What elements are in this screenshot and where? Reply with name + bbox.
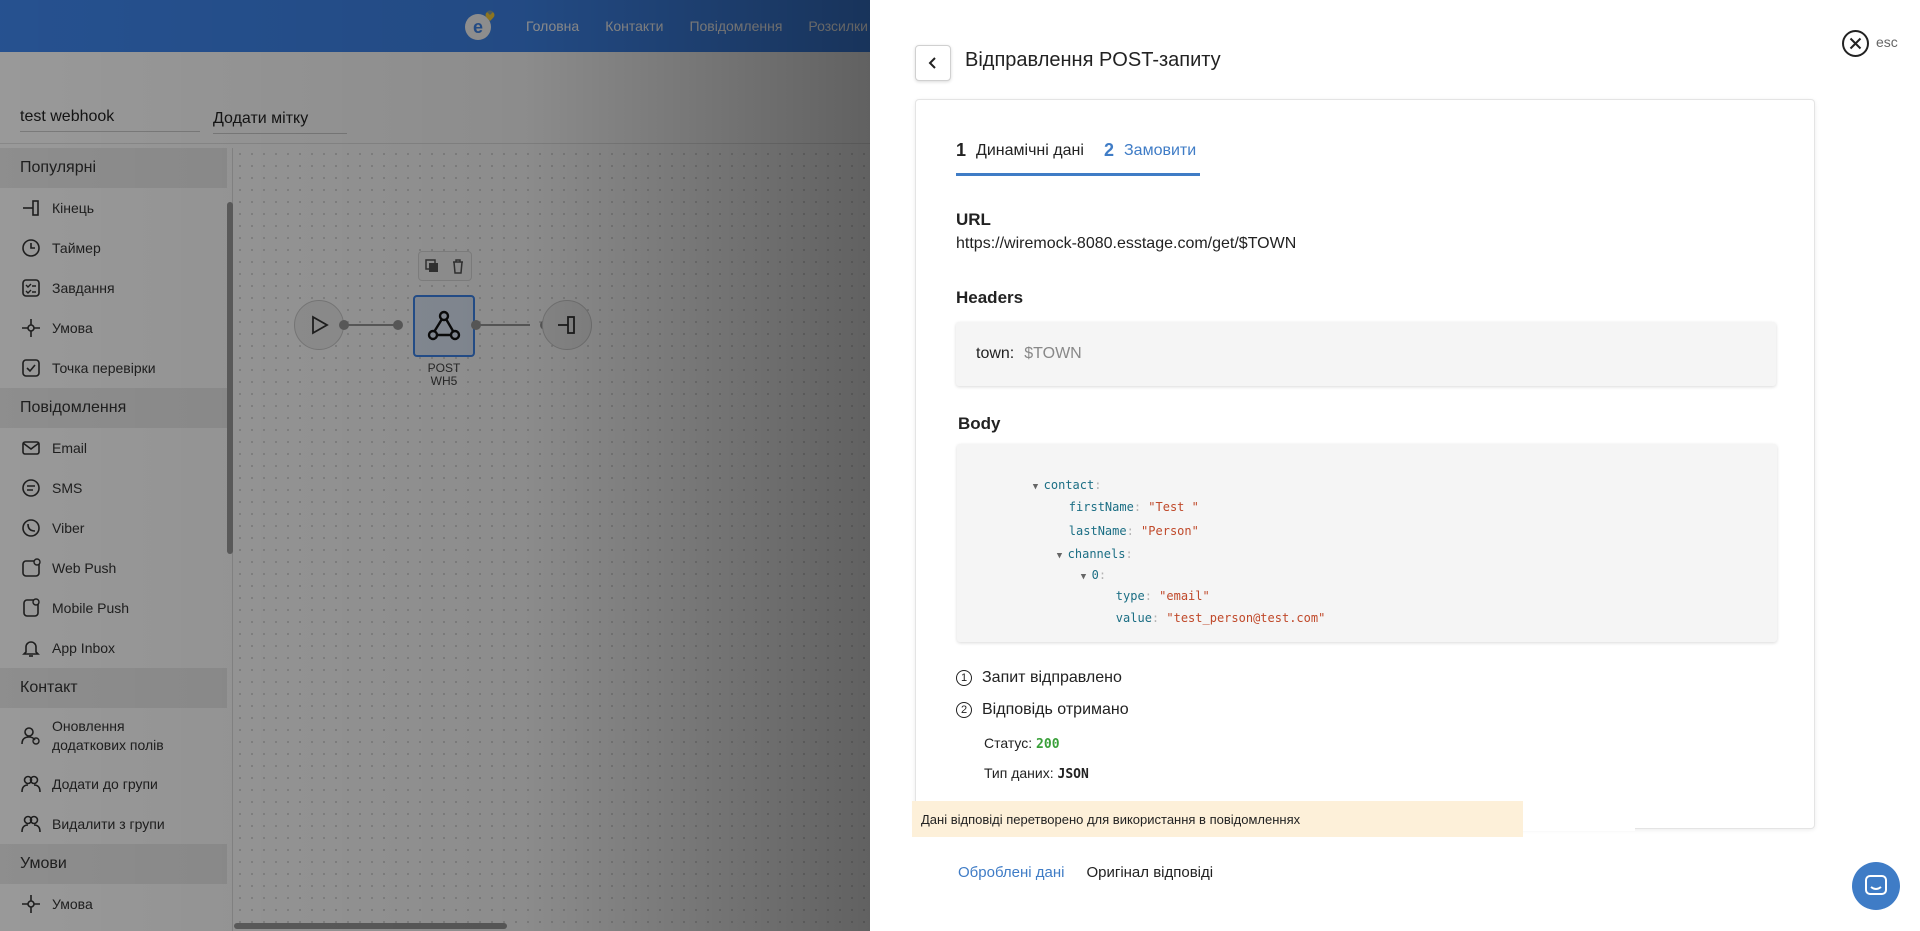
canvas-scrollbar[interactable] xyxy=(234,923,507,929)
trash-icon[interactable] xyxy=(451,258,465,274)
connector-line xyxy=(478,324,530,326)
url-value: https://wiremock-8080.esstage.com/get/$T… xyxy=(956,235,1297,252)
block-end[interactable]: Кінець xyxy=(0,188,232,228)
blocks-sidebar: Популярні Кінець Таймер Завдання Умова Т… xyxy=(0,148,233,931)
esputnik-logo-icon[interactable]: e xyxy=(463,8,497,42)
condition-icon xyxy=(20,317,42,339)
update-fields-icon xyxy=(20,725,42,747)
web-push-icon xyxy=(20,557,42,579)
email-icon xyxy=(20,437,42,459)
tab-order[interactable]: 2 Замовити xyxy=(1104,140,1200,176)
status-code: 200 xyxy=(1036,737,1060,752)
card-edge-gap xyxy=(1523,827,1635,831)
post-request-panel: Відправлення POST-запиту esc 1 Динамічні… xyxy=(870,0,1920,931)
header-value: $TOWN xyxy=(1024,345,1082,362)
timer-icon xyxy=(20,237,42,259)
headers-title: Headers xyxy=(956,288,1024,307)
nav-contacts[interactable]: Контакти xyxy=(605,18,663,34)
sidebar-scrollbar[interactable] xyxy=(227,202,233,554)
node-label: POST WH5 xyxy=(427,361,461,388)
request-card: 1 Динамічні дані 2 Замовити URL https://… xyxy=(915,99,1815,829)
nav-messages[interactable]: Повідомлення xyxy=(689,18,782,34)
tab-dynamic-data[interactable]: 1 Динамічні дані xyxy=(956,140,1104,176)
section-contact: Контакт xyxy=(0,668,227,708)
block-condition[interactable]: Умова xyxy=(0,308,232,348)
chat-icon xyxy=(1865,875,1887,895)
data-type-value: JSON xyxy=(1057,767,1089,782)
workflow-name-input[interactable]: test webhook xyxy=(20,108,200,132)
panel-title: Відправлення POST-запиту xyxy=(965,49,1221,71)
conversion-notice: Дані відповіді перетворено для використа… xyxy=(912,801,1523,837)
block-viber[interactable]: Viber xyxy=(0,508,232,548)
status-response-received: 2 Відповідь отримано xyxy=(956,701,1129,719)
chevron-left-icon xyxy=(928,57,936,69)
step-tabs: 1 Динамічні дані 2 Замовити xyxy=(956,140,1200,176)
step-two-icon: 2 xyxy=(956,702,972,718)
mobile-push-icon xyxy=(20,597,42,619)
block-app-inbox[interactable]: App Inbox xyxy=(0,628,232,668)
checkpoint-icon xyxy=(20,357,42,379)
block-add-to-group[interactable]: Додати до групи xyxy=(0,764,232,804)
headers-box: town: $TOWN xyxy=(956,322,1776,386)
tab-processed-data[interactable]: Оброблені дані xyxy=(958,864,1064,881)
data-type-line: Тип даних: JSON xyxy=(984,765,1089,782)
start-node[interactable] xyxy=(294,300,344,350)
json-line-value: value: "test_person@test.com" xyxy=(1115,611,1326,625)
response-view-tabs: Оброблені дані Оригінал відповіді xyxy=(958,864,1213,881)
connector-dot xyxy=(393,320,403,330)
copy-icon[interactable] xyxy=(425,259,439,273)
block-timer[interactable]: Таймер xyxy=(0,228,232,268)
nav-campaigns[interactable]: Розсилки xyxy=(808,18,868,34)
webhook-node[interactable] xyxy=(413,295,475,357)
block-remove-from-group[interactable]: Видалити з групи xyxy=(0,804,232,844)
block-sms[interactable]: SMS xyxy=(0,468,232,508)
main-nav: Головна Контакти Повідомлення Розсилки xyxy=(526,0,868,52)
block-mobile-push[interactable]: Mobile Push xyxy=(0,588,232,628)
node-toolbar xyxy=(418,251,472,281)
close-icon xyxy=(1842,30,1869,57)
add-tag-input[interactable]: Додати мітку xyxy=(213,110,347,134)
remove-from-group-icon xyxy=(20,813,42,835)
block-task[interactable]: Завдання xyxy=(0,268,232,308)
connector-line xyxy=(346,324,397,326)
flow-canvas[interactable]: POST WH5 xyxy=(234,148,870,931)
header-key: town: xyxy=(976,345,1015,362)
end-icon xyxy=(20,197,42,219)
block-web-push[interactable]: Web Push xyxy=(0,548,232,588)
webhook-icon xyxy=(427,310,461,341)
close-button[interactable] xyxy=(1841,29,1870,58)
add-to-group-icon xyxy=(20,773,42,795)
tab-original-response[interactable]: Оригінал відповіді xyxy=(1086,864,1213,881)
top-nav-bar: e Головна Контакти Повідомлення Розсилки xyxy=(0,0,870,52)
svg-text:e: e xyxy=(473,17,483,37)
workflow-editor: test webhook Додати мітку Популярні Кіне… xyxy=(0,52,870,931)
back-button[interactable] xyxy=(915,45,951,81)
section-messages: Повідомлення xyxy=(0,388,227,428)
esc-hint: esc xyxy=(1876,34,1898,50)
condition-icon xyxy=(20,893,42,915)
section-conditions: Умови xyxy=(0,844,227,884)
block-update-fields[interactable]: Оновлення додаткових полів xyxy=(0,708,232,764)
bell-icon xyxy=(20,637,42,659)
block-email[interactable]: Email xyxy=(0,428,232,468)
support-chat-button[interactable] xyxy=(1852,862,1900,910)
step-one-icon: 1 xyxy=(956,670,972,686)
body-title: Body xyxy=(958,414,1001,433)
section-popular: Популярні xyxy=(0,148,227,188)
block-checkpoint[interactable]: Точка перевірки xyxy=(0,348,232,388)
end-icon xyxy=(558,316,575,334)
viber-icon xyxy=(20,517,42,539)
status-code-line: Статус: 200 xyxy=(984,735,1060,752)
block-condition-2[interactable]: Умова xyxy=(0,884,232,924)
status-request-sent: 1 Запит відправлено xyxy=(956,669,1122,687)
play-icon xyxy=(312,315,329,335)
sms-icon xyxy=(20,477,42,499)
editor-title-bar: test webhook Додати мітку xyxy=(0,96,870,144)
json-body-viewer: ▼ contact: firstName: "Test " lastName: … xyxy=(957,444,1777,642)
task-icon xyxy=(20,277,42,299)
url-title: URL xyxy=(956,210,991,229)
end-node[interactable] xyxy=(542,300,592,350)
nav-home[interactable]: Головна xyxy=(526,18,579,34)
